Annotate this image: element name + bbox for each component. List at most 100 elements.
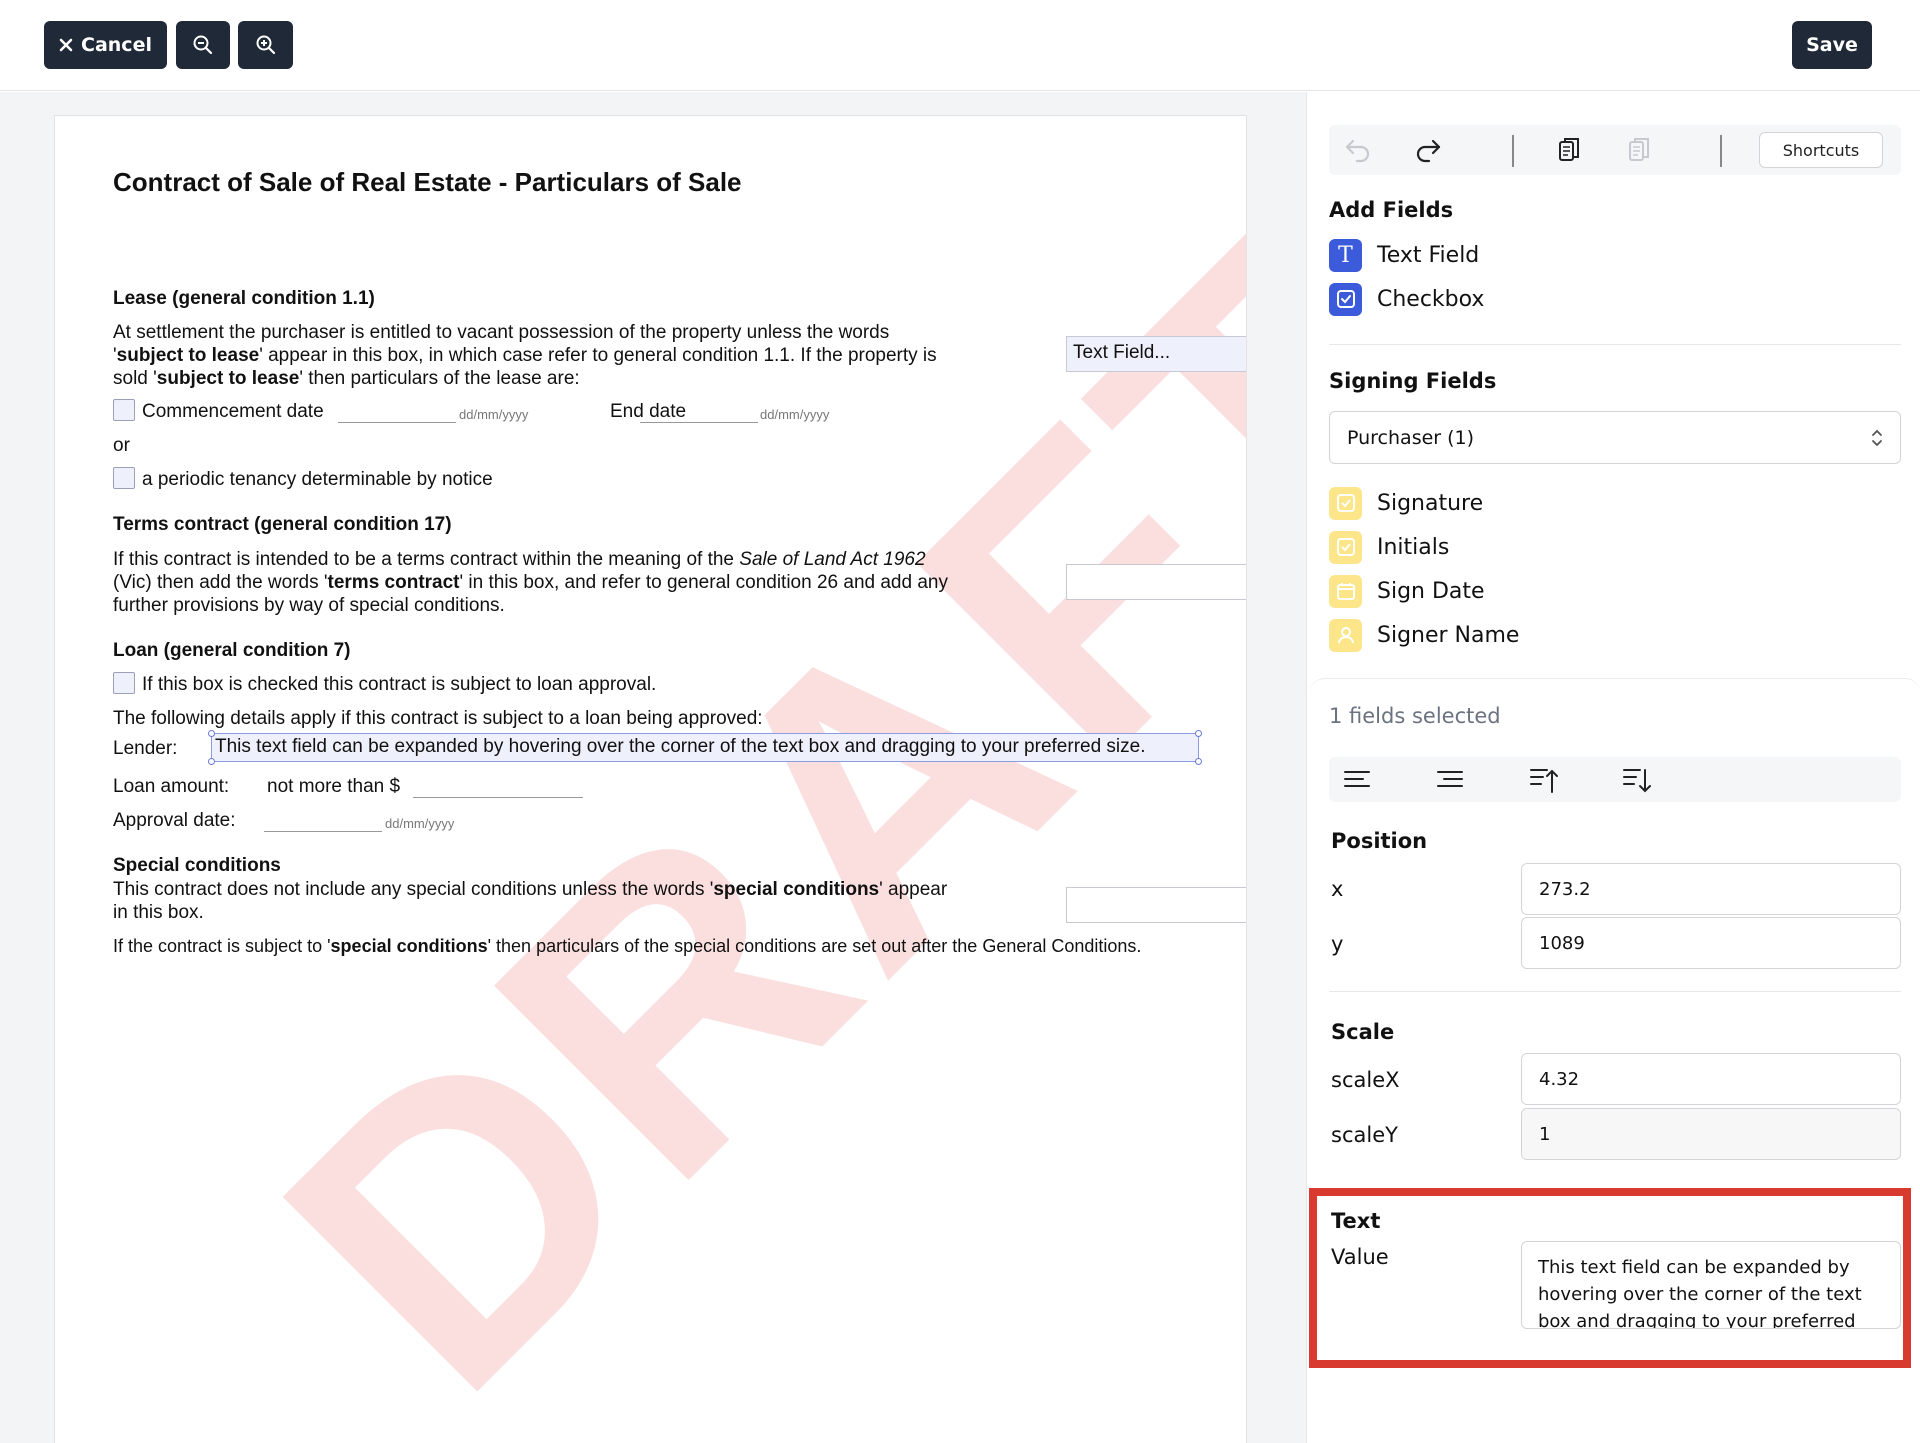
history-toolbar: Shortcuts bbox=[1329, 125, 1901, 175]
top-toolbar: Cancel Save bbox=[0, 0, 1920, 91]
text-title: Text bbox=[1331, 1209, 1381, 1233]
add-signer-name-field[interactable]: Signer Name bbox=[1329, 618, 1519, 652]
zoom-out-icon bbox=[192, 34, 214, 56]
save-label: Save bbox=[1806, 34, 1858, 56]
add-signature-field[interactable]: Signature bbox=[1329, 486, 1483, 520]
shortcuts-button[interactable]: Shortcuts bbox=[1759, 132, 1883, 168]
position-title: Position bbox=[1331, 829, 1428, 853]
add-initials-field[interactable]: Initials bbox=[1329, 530, 1449, 564]
calendar-icon bbox=[1329, 574, 1362, 608]
add-sign-date-field[interactable]: Sign Date bbox=[1329, 574, 1485, 608]
document-page[interactable]: DRAFT Contract of Sale of Real Estate - … bbox=[54, 115, 1247, 1443]
periodic-tenancy-checkbox[interactable] bbox=[113, 467, 135, 489]
text-field-icon: T bbox=[1329, 238, 1362, 272]
undo-icon[interactable] bbox=[1343, 137, 1373, 167]
special-conditions-heading: Special conditions bbox=[113, 855, 281, 876]
resize-handle-top-left[interactable] bbox=[208, 730, 215, 737]
scale-y-input[interactable]: 1 bbox=[1521, 1108, 1901, 1160]
loan-amount-label: Loan amount: bbox=[113, 776, 230, 797]
paste-icon[interactable] bbox=[1625, 137, 1653, 169]
terms-line-3: further provisions by way of special con… bbox=[113, 595, 505, 616]
toolbar-separator bbox=[1720, 135, 1722, 167]
scale-x-label: scaleX bbox=[1331, 1068, 1400, 1092]
loan-amount-line[interactable] bbox=[413, 797, 583, 798]
signer-select[interactable]: Purchaser (1) bbox=[1329, 411, 1901, 464]
lender-label: Lender: bbox=[113, 738, 178, 759]
align-left-icon[interactable] bbox=[1343, 766, 1371, 796]
initials-icon bbox=[1329, 530, 1362, 564]
zoom-out-button[interactable] bbox=[176, 21, 230, 69]
resize-handle-top-right[interactable] bbox=[1195, 730, 1202, 737]
text-value-label: Value bbox=[1331, 1245, 1389, 1269]
or-text: or bbox=[113, 435, 130, 456]
loan-approval-label: If this box is checked this contract is … bbox=[142, 674, 657, 695]
scale-x-input[interactable]: 4.32 bbox=[1521, 1053, 1901, 1105]
special-line-1: This contract does not include any speci… bbox=[113, 879, 948, 900]
lease-text-field[interactable]: Text Field... bbox=[1066, 336, 1246, 372]
end-date-label: End date bbox=[610, 401, 687, 422]
add-fields-title: Add Fields bbox=[1329, 198, 1454, 222]
signing-fields-title: Signing Fields bbox=[1329, 369, 1497, 393]
signer-name-label: Signer Name bbox=[1377, 622, 1520, 648]
divider bbox=[1329, 991, 1901, 992]
end-date-format: dd/mm/yyyy bbox=[760, 407, 830, 422]
resize-handle-bottom-left[interactable] bbox=[208, 758, 215, 765]
zoom-in-button[interactable] bbox=[238, 21, 293, 69]
redo-icon[interactable] bbox=[1413, 137, 1443, 167]
loan-approval-checkbox[interactable] bbox=[113, 672, 135, 694]
position-x-input[interactable]: 273.2 bbox=[1521, 863, 1901, 915]
position-y-label: y bbox=[1331, 932, 1344, 956]
zoom-in-icon bbox=[255, 34, 277, 56]
text-value-textarea[interactable]: This text field can be expanded by hover… bbox=[1521, 1241, 1901, 1329]
chevron-up-down-icon bbox=[1870, 426, 1884, 455]
commencement-checkbox[interactable] bbox=[113, 399, 135, 421]
signature-icon bbox=[1329, 486, 1362, 520]
document-title: Contract of Sale of Real Estate - Partic… bbox=[113, 167, 742, 197]
add-checkbox-label: Checkbox bbox=[1377, 286, 1485, 312]
loan-details-intro: The following details apply if this cont… bbox=[113, 708, 763, 729]
terms-text-field[interactable] bbox=[1066, 564, 1246, 600]
cancel-button[interactable]: Cancel bbox=[44, 21, 167, 69]
approval-date-label: Approval date: bbox=[113, 810, 236, 831]
terms-line-2: (Vic) then add the words 'terms contract… bbox=[113, 572, 948, 593]
periodic-tenancy-label: a periodic tenancy determinable by notic… bbox=[142, 469, 493, 490]
scale-title: Scale bbox=[1331, 1020, 1395, 1044]
special-line-2: in this box. bbox=[113, 902, 204, 923]
position-y-input[interactable]: 1089 bbox=[1521, 917, 1901, 969]
align-right-icon[interactable] bbox=[1436, 766, 1464, 796]
approval-date-line[interactable] bbox=[264, 831, 382, 832]
user-icon bbox=[1329, 618, 1362, 652]
alignment-toolbar bbox=[1329, 757, 1901, 802]
approval-date-format: dd/mm/yyyy bbox=[385, 816, 455, 831]
resize-handle-bottom-right[interactable] bbox=[1195, 758, 1202, 765]
properties-panel: Shortcuts Add Fields T Text Field Checkb… bbox=[1306, 92, 1920, 1443]
lease-paragraph-line-3: sold 'subject to lease' then particulars… bbox=[113, 368, 580, 389]
scale-y-label: scaleY bbox=[1331, 1123, 1398, 1147]
terms-heading: Terms contract (general condition 17) bbox=[113, 514, 452, 535]
lease-paragraph-line-2: 'subject to lease' appear in this box, i… bbox=[113, 345, 937, 366]
special-conditions-text-field[interactable] bbox=[1066, 887, 1246, 923]
align-bottom-icon[interactable] bbox=[1622, 766, 1652, 798]
cancel-label: Cancel bbox=[81, 34, 152, 56]
terms-line-1: If this contract is intended to be a ter… bbox=[113, 549, 926, 570]
align-top-icon[interactable] bbox=[1529, 766, 1559, 798]
lease-heading: Lease (general condition 1.1) bbox=[113, 288, 375, 309]
signature-label: Signature bbox=[1377, 490, 1484, 516]
copy-icon[interactable] bbox=[1555, 137, 1583, 169]
checkbox-icon bbox=[1329, 282, 1362, 316]
lender-text-field-selected[interactable]: This text field can be expanded by hover… bbox=[211, 733, 1199, 762]
sign-date-label: Sign Date bbox=[1377, 578, 1485, 604]
special-line-3: If the contract is subject to 'special c… bbox=[113, 936, 1142, 956]
position-x-label: x bbox=[1331, 877, 1344, 901]
save-button[interactable]: Save bbox=[1792, 21, 1872, 69]
selection-count: 1 fields selected bbox=[1329, 704, 1501, 728]
close-icon bbox=[59, 38, 73, 52]
loan-amount-prefix: not more than $ bbox=[267, 776, 401, 797]
toolbar-separator bbox=[1512, 135, 1514, 167]
document-canvas[interactable]: DRAFT Contract of Sale of Real Estate - … bbox=[0, 92, 1306, 1443]
add-text-field[interactable]: T Text Field bbox=[1329, 238, 1479, 272]
initials-label: Initials bbox=[1377, 534, 1450, 560]
end-date-line[interactable] bbox=[640, 422, 758, 423]
add-checkbox-field[interactable]: Checkbox bbox=[1329, 282, 1484, 316]
commencement-date-line[interactable] bbox=[338, 422, 456, 423]
